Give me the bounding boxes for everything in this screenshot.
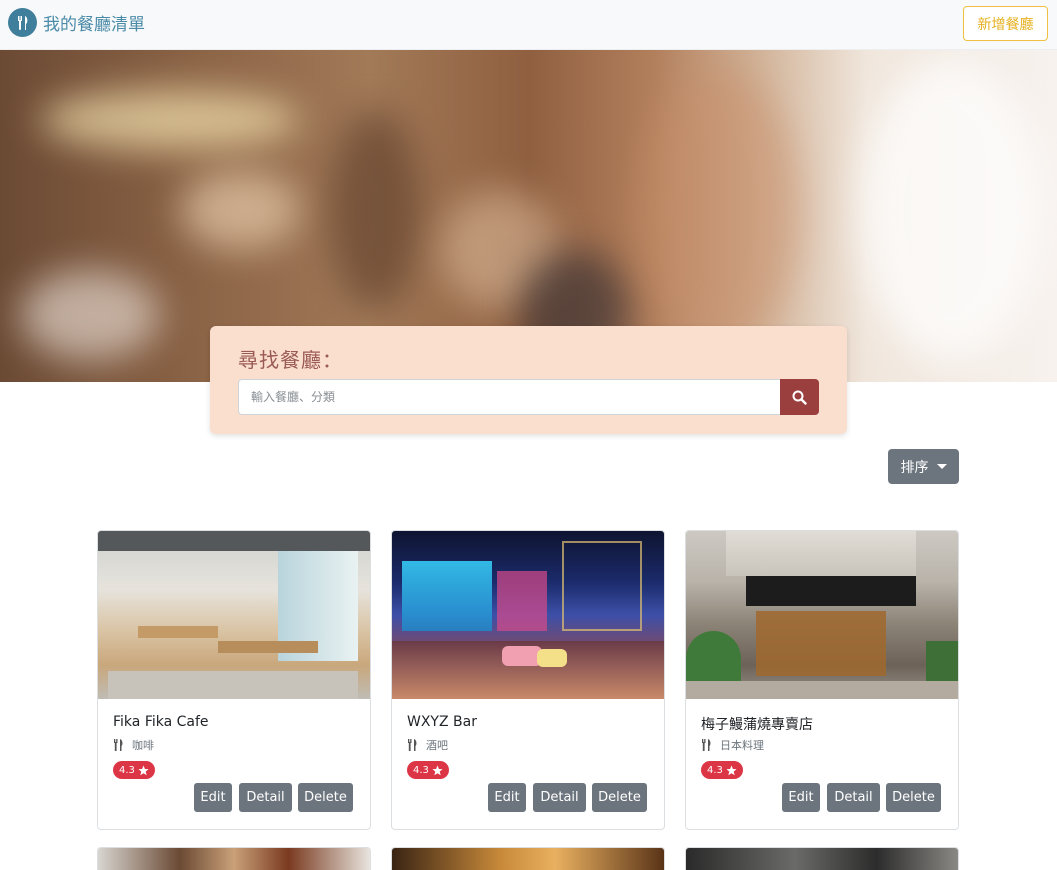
restaurant-category: 日本料理 [701,737,764,753]
rating-badge: 4.3 [701,761,743,779]
star-icon [432,765,443,775]
detail-button[interactable]: Detail [827,783,880,812]
category-label: 咖啡 [132,739,154,752]
brand-link[interactable]: 我的餐廳清單 [8,8,145,37]
detail-button[interactable]: Detail [239,783,292,812]
rating-value: 4.3 [413,764,429,776]
delete-button[interactable]: Delete [298,783,353,812]
sort-label: 排序 [900,459,929,476]
restaurant-image[interactable] [392,848,664,870]
caret-down-icon [936,464,947,469]
add-restaurant-button[interactable]: 新增餐廳 [963,6,1048,41]
star-icon [726,765,737,775]
star-icon [138,765,149,775]
brand-title: 我的餐廳清單 [43,15,145,35]
utensils-icon [702,739,711,751]
restaurant-category: 咖啡 [113,737,154,753]
rating-badge: 4.3 [407,761,449,779]
search-panel: 尋找餐廳： [210,326,847,434]
restaurant-image[interactable] [686,531,958,699]
restaurant-image[interactable] [686,848,958,870]
restaurant-image[interactable] [392,531,664,699]
restaurant-card: 梅子鰻蒲燒專賣店 日本料理 4.3 Edit Detail Delete [685,530,959,830]
rating-badge: 4.3 [113,761,155,779]
delete-button[interactable]: Delete [592,783,647,812]
rating-value: 4.3 [707,764,723,776]
restaurant-name: 梅子鰻蒲燒專賣店 [701,717,813,733]
navbar: 我的餐廳清單 新增餐廳 [0,0,1057,50]
sort-dropdown-button[interactable]: 排序 [888,449,959,484]
rating-value: 4.3 [119,764,135,776]
category-label: 日本料理 [720,739,764,752]
restaurant-card [97,847,371,870]
restaurant-card: Fika Fika Cafe 咖啡 4.3 Edit Detail Delete [97,530,371,830]
restaurant-name: WXYZ Bar [407,714,477,730]
utensils-icon [114,739,123,751]
utensils-icon [408,739,417,751]
edit-button[interactable]: Edit [194,783,232,812]
search-title: 尋找餐廳： [238,348,343,372]
search-icon [792,390,807,405]
search-input[interactable] [238,379,781,415]
restaurant-card [685,847,959,870]
delete-button[interactable]: Delete [886,783,941,812]
detail-button[interactable]: Detail [533,783,586,812]
edit-button[interactable]: Edit [488,783,526,812]
utensils-logo-icon [8,8,37,37]
restaurant-card: WXYZ Bar 酒吧 4.3 Edit Detail Delete [391,530,665,830]
search-button[interactable] [780,379,819,415]
restaurant-image[interactable] [98,531,370,699]
edit-button[interactable]: Edit [782,783,820,812]
restaurant-image[interactable] [98,848,370,870]
restaurant-card [391,847,665,870]
restaurant-category: 酒吧 [407,737,448,753]
restaurant-name: Fika Fika Cafe [113,714,209,730]
category-label: 酒吧 [426,739,448,752]
